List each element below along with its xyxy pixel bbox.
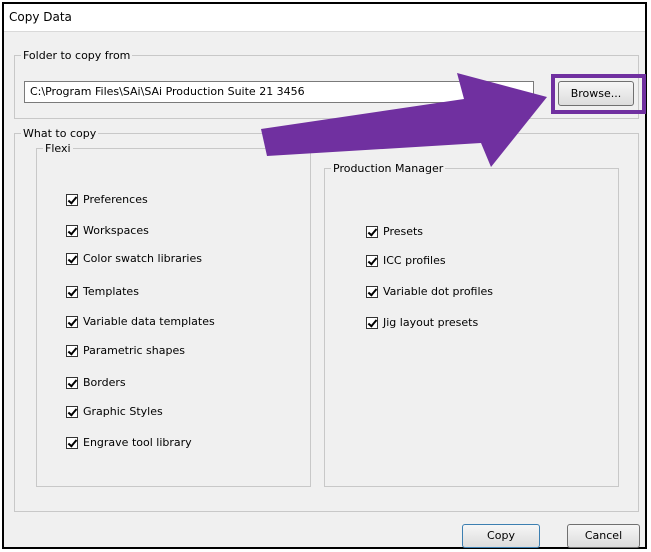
- checkbox-box[interactable]: [66, 252, 78, 265]
- checkbox-label: Variable data templates: [83, 315, 215, 328]
- checkbox-box[interactable]: [366, 285, 378, 298]
- checkbox-parametric-shapes[interactable]: Parametric shapes: [66, 344, 185, 357]
- title-bar: Copy Data: [4, 4, 645, 32]
- checkbox-box[interactable]: [366, 225, 378, 238]
- copy-button[interactable]: Copy: [462, 524, 540, 548]
- flexi-legend: Flexi: [43, 142, 73, 155]
- window-title: Copy Data: [9, 10, 72, 24]
- checkbox-icc-profiles[interactable]: ICC profiles: [366, 254, 446, 267]
- cancel-button[interactable]: Cancel: [567, 524, 640, 548]
- checkbox-label: Variable dot profiles: [383, 285, 494, 298]
- checkbox-label: Parametric shapes: [83, 344, 185, 357]
- checkbox-box[interactable]: [66, 376, 78, 389]
- checkbox-preferences[interactable]: Preferences: [66, 193, 148, 206]
- annotation-arrow-shape: [261, 73, 547, 167]
- checkbox-variable-dot-profiles[interactable]: Variable dot profiles: [366, 285, 493, 298]
- checkbox-box[interactable]: [366, 316, 378, 329]
- checkbox-label: Borders: [83, 376, 126, 389]
- arrow-icon: [261, 73, 547, 167]
- checkbox-label: Graphic Styles: [83, 405, 163, 418]
- checkbox-box[interactable]: [66, 315, 78, 328]
- highlight-box: [551, 74, 646, 114]
- checkbox-label: Templates: [83, 285, 139, 298]
- checkbox-label: ICC profiles: [383, 254, 446, 267]
- checkbox-box[interactable]: [66, 193, 78, 206]
- checkbox-label: Preferences: [83, 193, 148, 206]
- checkbox-box[interactable]: [66, 405, 78, 418]
- checkbox-color-swatch-libraries[interactable]: Color swatch libraries: [66, 252, 202, 265]
- checkbox-label: Engrave tool library: [83, 436, 192, 449]
- checkbox-variable-data-templates[interactable]: Variable data templates: [66, 315, 215, 328]
- checkbox-label: Color swatch libraries: [83, 252, 202, 265]
- checkbox-label: Presets: [383, 225, 424, 238]
- checkbox-workspaces[interactable]: Workspaces: [66, 224, 149, 237]
- checkbox-presets[interactable]: Presets: [366, 225, 423, 238]
- checkbox-engrave-tool-library[interactable]: Engrave tool library: [66, 436, 192, 449]
- folder-group-legend: Folder to copy from: [21, 49, 133, 62]
- checkbox-borders[interactable]: Borders: [66, 376, 126, 389]
- checkbox-box[interactable]: [66, 224, 78, 237]
- checkbox-label: Jig layout presets: [383, 316, 479, 329]
- checkbox-box[interactable]: [66, 436, 78, 449]
- copy-data-dialog: Copy Data Folder to copy from C:\Program…: [2, 2, 647, 549]
- checkbox-label: Workspaces: [83, 224, 149, 237]
- checkbox-graphic-styles[interactable]: Graphic Styles: [66, 405, 163, 418]
- checkbox-jig-layout-presets[interactable]: Jig layout presets: [366, 316, 478, 329]
- checkbox-templates[interactable]: Templates: [66, 285, 139, 298]
- checkbox-box[interactable]: [66, 344, 78, 357]
- checkbox-box[interactable]: [366, 254, 378, 267]
- what-to-copy-legend: What to copy: [21, 127, 99, 140]
- checkbox-box[interactable]: [66, 285, 78, 298]
